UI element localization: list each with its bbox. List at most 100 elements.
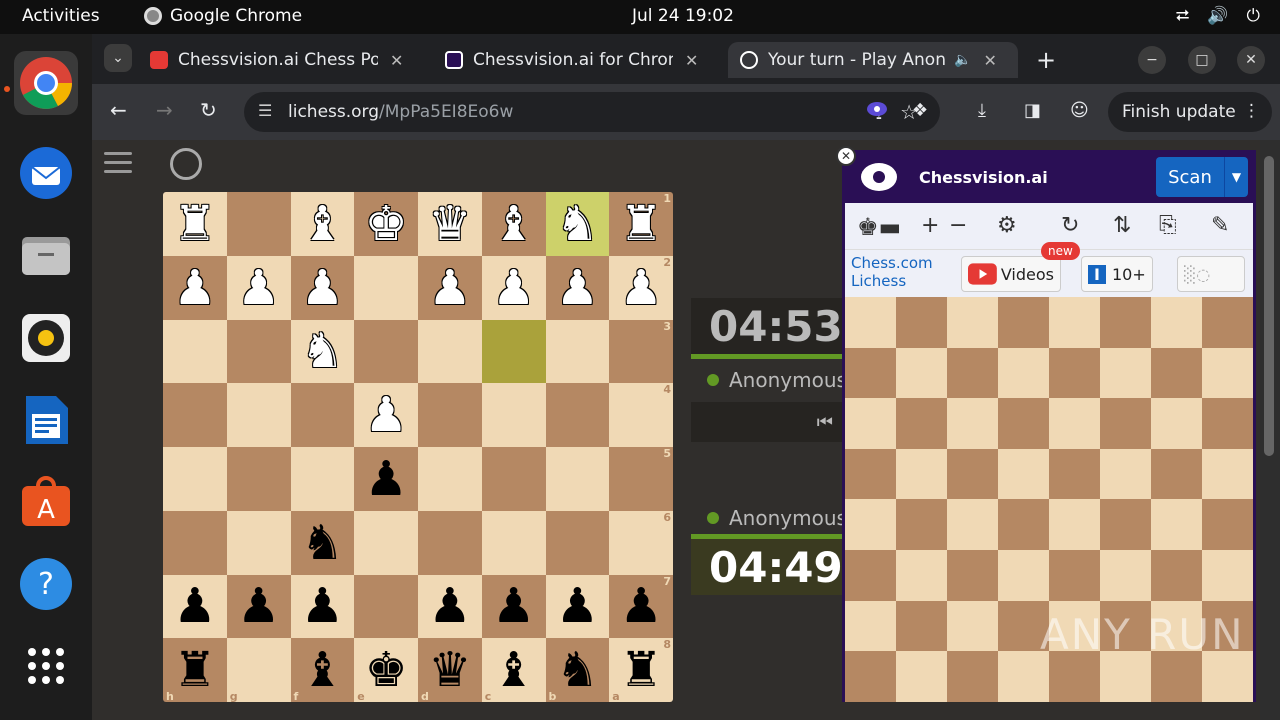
white-pawn-icon[interactable]: ♟ [173,264,216,312]
popup-board-square[interactable] [998,398,1049,449]
board-square[interactable] [354,319,418,384]
close-tab-icon[interactable]: ✕ [685,51,698,70]
popup-board-square[interactable] [947,347,998,399]
board-square[interactable]: ♚ [354,192,418,256]
app-grid-icon[interactable] [14,634,78,698]
forward-icon[interactable]: → [156,98,173,122]
count-button[interactable]: I 10+ [1081,256,1153,292]
black-bishop-icon[interactable]: ♝ [492,646,535,694]
board-square[interactable] [290,447,355,511]
black-king-icon[interactable]: ♚ [365,646,408,694]
popup-close-icon[interactable]: ✕ [836,146,856,166]
popup-board-square[interactable] [1202,549,1253,601]
board-square[interactable] [226,447,291,511]
black-pawn-icon[interactable]: ♟ [301,582,344,630]
popup-board-square[interactable] [998,549,1049,601]
popup-board-square[interactable] [1049,297,1100,348]
board-square[interactable]: ♛ [418,192,482,256]
popup-board-square[interactable] [845,651,896,702]
black-pawn-icon[interactable]: ♟ [365,455,408,503]
popup-board-square[interactable] [1202,297,1253,348]
board-square[interactable]: ♞ [290,319,355,384]
board-square[interactable]: ♛ d [418,638,482,702]
popup-board-square[interactable] [896,347,947,399]
black-pawn-icon[interactable]: ♟ [620,582,663,630]
activities-button[interactable]: Activities [22,6,100,26]
board-square[interactable] [163,447,227,511]
board-square[interactable] [481,383,546,447]
board-square[interactable]: ♜ 8 a [609,638,673,702]
popup-board-square[interactable] [896,549,947,601]
volume-icon[interactable]: 🔊 [1207,6,1228,26]
player-name[interactable]: Anonymous [691,498,843,538]
board-square[interactable]: ♝ [481,192,546,256]
board-square[interactable]: 6 [609,510,673,575]
popup-board-square[interactable] [947,448,998,500]
board-square[interactable]: ♟ [226,574,291,639]
white-bishop-icon[interactable]: ♝ [301,200,344,248]
popup-board-square[interactable] [896,448,947,500]
popup-board-square[interactable] [998,347,1049,399]
board-square[interactable]: ♚ e [354,638,418,702]
board-square[interactable]: ♟ [418,574,482,639]
white-pawn-icon[interactable]: ♟ [301,264,344,312]
minimize-icon[interactable]: − [1138,46,1166,74]
scrollbar-thumb[interactable] [1264,156,1274,456]
files-icon[interactable] [14,223,78,287]
site-info-icon[interactable]: ☰ [258,101,272,120]
first-move-icon[interactable]: ⏮ [817,412,833,433]
popup-board-square[interactable] [1151,448,1202,500]
black-pawn-icon[interactable]: ♟ [428,582,471,630]
white-king-icon[interactable]: ♚ [365,200,408,248]
rhythmbox-icon[interactable] [14,306,78,370]
white-rook-icon[interactable]: ♜ [173,200,216,248]
popup-board-square[interactable] [947,398,998,449]
white-pawn-icon[interactable]: ♟ [492,264,535,312]
tab-lichess-game[interactable]: Your turn - Play Anon 🔈 ✕ [728,42,1018,78]
board-square[interactable]: ♟ [163,574,227,639]
popup-board-square[interactable] [1151,398,1202,449]
popup-board-square[interactable] [947,499,998,550]
board-square[interactable]: ♟ [545,255,610,320]
board-square[interactable] [545,319,610,384]
popup-board-square[interactable] [1202,398,1253,449]
tab-chessvision-position[interactable]: Chessvision.ai Chess Pos ✕ [138,42,415,78]
reload-icon[interactable]: ↻ [200,98,217,122]
board-square[interactable]: ♟ [226,255,291,320]
board-square[interactable] [545,383,610,447]
popup-board-square[interactable] [947,297,998,348]
popup-board-square[interactable] [1049,499,1100,550]
board-square[interactable]: 3 [609,319,673,384]
popup-board-square[interactable] [845,448,896,500]
finish-update-button[interactable]: Finish update ⋮ [1108,92,1272,132]
board-square[interactable]: ♜ h [163,638,227,702]
popup-board-square[interactable] [845,549,896,601]
scan-button[interactable]: Scan [1156,157,1224,197]
close-tab-icon[interactable]: ✕ [390,51,403,70]
board-square[interactable]: ♟ 2 [609,255,673,320]
black-pawn-icon[interactable]: ♟ [556,582,599,630]
popup-board-square[interactable] [998,297,1049,348]
board-square[interactable] [163,319,227,384]
popup-board-square[interactable] [845,347,896,399]
clock[interactable]: Jul 24 19:02 [632,6,734,26]
black-knight-icon[interactable]: ♞ [556,646,599,694]
board-square[interactable]: ♟ [290,574,355,639]
lichess-link[interactable]: Lichess [851,272,906,290]
popup-board-square[interactable] [1100,347,1151,399]
white-bishop-icon[interactable]: ♝ [492,200,535,248]
popup-board-square[interactable] [1151,347,1202,399]
popup-board-square[interactable] [1100,549,1151,601]
board-square[interactable]: ♟ [545,574,610,639]
downloads-icon[interactable]: ⤓ [978,100,986,121]
maximize-icon[interactable]: □ [1188,46,1216,74]
board-style-button[interactable]: ░◌ [1177,256,1245,292]
popup-board-square[interactable] [845,398,896,449]
close-window-icon[interactable]: ✕ [1237,46,1265,74]
power-icon[interactable]: ⏻ [1247,6,1260,26]
board-square[interactable]: ♜ [163,192,227,256]
popup-board-square[interactable] [1151,549,1202,601]
close-tab-icon[interactable]: ✕ [983,51,996,70]
popup-board-square[interactable] [896,600,947,652]
popup-board-square[interactable] [1100,499,1151,550]
